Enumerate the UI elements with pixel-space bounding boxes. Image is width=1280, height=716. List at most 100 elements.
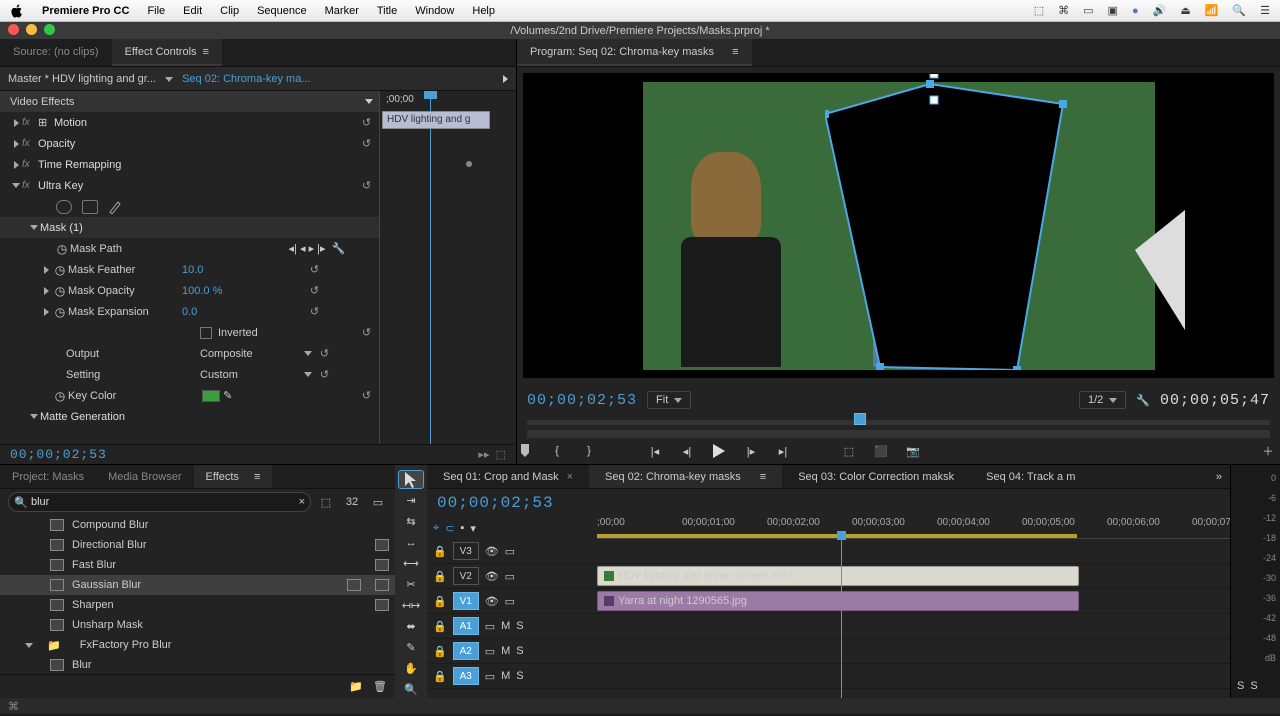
effect-item[interactable]: Sharpen [0,595,395,615]
keyframe-marker[interactable] [466,161,472,167]
stopwatch-icon[interactable]: ◷ [52,263,68,277]
lock-icon[interactable]: 🔒 [433,645,447,658]
slide-tool[interactable]: ⬌ [399,618,423,635]
track-header-a1[interactable]: 🔒A1▭MS [427,614,597,639]
32bit-effects-icon[interactable]: 32 [343,494,361,510]
button-editor-icon[interactable]: ＋ [1260,443,1276,459]
mini-playhead[interactable] [430,91,431,444]
track-header-v3[interactable]: 🔒V3👁▭ [427,539,597,564]
panel-menu-icon[interactable]: ≡ [254,471,260,483]
track-a3[interactable] [597,664,1230,689]
solo-right-button[interactable]: S [1250,680,1257,692]
ellipse-mask-button[interactable] [56,200,72,214]
effect-item[interactable]: Blur [0,655,395,674]
mask-opacity-value[interactable]: 100.0 % [182,285,302,297]
output-dropdown[interactable]: Composite [200,348,312,360]
program-view[interactable] [523,73,1274,378]
mask-feather-handle[interactable] [930,96,938,104]
mask-feather-value[interactable]: 10.0 [182,264,302,276]
delete-icon[interactable]: 🗑 [373,680,387,693]
play-backward-button[interactable]: ◂ [300,242,306,255]
ultra-key-effect[interactable]: fx Ultra Key ↺ [0,175,379,196]
menu-title[interactable]: Title [377,5,397,17]
seq-tab-active[interactable]: Seq 02: Chroma-key masks ≡ [589,465,782,488]
pen-tool[interactable]: ✎ [399,639,423,656]
apple-icon[interactable] [10,4,24,18]
video-clip[interactable]: HDV lighting and green screen.mov [597,566,1079,586]
settings-wrench-icon[interactable]: 🔧 [1136,394,1150,407]
mask-polygon[interactable] [825,74,1070,370]
step-back-button[interactable]: ◂| [679,443,695,459]
toggle-output-icon[interactable]: 👁 [485,545,499,558]
lock-icon[interactable]: 🔒 [433,595,447,608]
menu-file[interactable]: File [147,5,165,17]
selection-tool[interactable] [399,471,423,488]
track-a1[interactable] [597,614,1230,639]
reset-icon[interactable]: ↺ [312,368,337,381]
seq-tab[interactable]: Seq 01: Crop and Mask× [427,465,589,488]
solo-left-button[interactable]: S [1237,680,1244,692]
toggle-output-icon[interactable]: ▭ [485,645,495,658]
menu-marker[interactable]: Marker [325,5,359,17]
next-keyframe-button[interactable]: |▸ [317,242,325,255]
mask-header[interactable]: Mask (1) [0,217,379,238]
ec-mini-timeline[interactable]: ;00;00 HDV lighting and g [379,91,516,444]
reset-icon[interactable]: ↺ [354,326,379,339]
settings-icon[interactable]: ▾ [470,522,476,535]
time-remapping-effect[interactable]: fx Time Remapping [0,154,379,175]
close-icon[interactable]: × [567,471,573,483]
sync-lock-icon[interactable]: ▭ [505,545,515,558]
track-v1[interactable]: Yarra at night 1290565.jpg [597,589,1230,614]
extract-button[interactable]: ⬛ [873,443,889,459]
reset-icon[interactable]: ↺ [302,263,327,276]
minimize-button[interactable] [26,24,37,35]
solo-button[interactable]: S [516,645,523,657]
menu-window[interactable]: Window [415,5,454,17]
track-header-a2[interactable]: 🔒A2▭MS [427,639,597,664]
wifi-icon[interactable]: 📶 [1205,4,1219,17]
cc-icon[interactable]: ⌘ [1058,4,1069,17]
slip-tool[interactable]: ↤↦ [399,597,423,614]
pen-mask-button[interactable] [108,200,124,214]
add-marker-button[interactable] [517,443,533,459]
track-header-v1[interactable]: 🔒V1👁▭ [427,589,597,614]
eject-icon[interactable]: ⏏ [1180,4,1190,17]
export-frame-button[interactable]: 📷 [905,443,921,459]
spotlight-icon[interactable]: 🔍 [1232,4,1246,17]
scrub-playhead[interactable] [854,413,866,425]
mask-vertex[interactable] [1013,366,1021,370]
toggle-output-icon[interactable]: 👁 [485,595,499,608]
track-a2[interactable] [597,639,1230,664]
eyedropper-icon[interactable]: ✎ [223,389,232,402]
screen-icon[interactable]: ▣ [1108,4,1118,17]
prev-keyframe-button[interactable]: ◂| [289,242,297,255]
source-tab[interactable]: Source: (no clips) [0,39,112,66]
menu-edit[interactable]: Edit [183,5,202,17]
wrench-icon[interactable]: 🔧 [332,242,346,255]
timeline-timecode[interactable]: 00;00;02;53 [437,494,554,512]
lift-icon[interactable]: ▸▸ [478,448,489,461]
rate-stretch-tool[interactable]: ⟷ [399,555,423,572]
inverted-checkbox[interactable] [200,327,212,339]
dropbox-icon[interactable]: ⬚ [1034,4,1044,17]
mute-button[interactable]: M [501,620,510,632]
chevron-down-icon[interactable] [165,77,173,82]
cc-status-icon[interactable]: ⌘ [8,700,19,713]
lock-icon[interactable]: 🔒 [433,545,447,558]
track-header-v2[interactable]: 🔒V2👁▭ [427,564,597,589]
mask-feather-handle[interactable] [930,74,938,78]
project-tab[interactable]: Project: Masks [0,465,96,488]
lock-icon[interactable]: 🔒 [433,570,447,583]
mini-clip[interactable]: HDV lighting and g [382,111,490,129]
extract-icon[interactable]: ⬚ [496,448,506,461]
solo-button[interactable]: S [516,670,523,682]
program-scrubber[interactable] [527,416,1270,430]
track-header-a3[interactable]: 🔒A3▭MS [427,664,597,689]
ec-timecode[interactable]: 00;00;02;53 [10,447,107,462]
fit-dropdown[interactable]: Fit [647,391,691,409]
effect-item[interactable]: Compound Blur [0,515,395,535]
add-marker-icon[interactable]: ▪ [460,522,464,534]
stopwatch-icon[interactable]: ◷ [54,242,70,256]
reset-icon[interactable]: ↺ [312,347,337,360]
reset-icon[interactable]: ↺ [302,284,327,297]
